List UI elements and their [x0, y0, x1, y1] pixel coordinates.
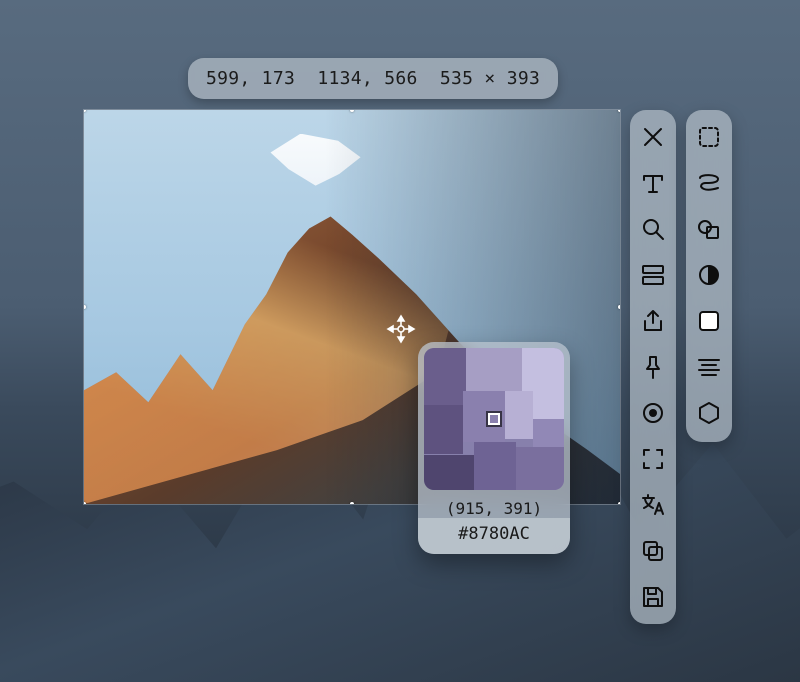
picker-hex-value: #8780AC [418, 518, 570, 554]
resize-handle-ne[interactable] [618, 110, 620, 112]
fill-color-button[interactable] [696, 308, 722, 334]
close-button[interactable] [640, 124, 666, 150]
actions-toolbar [630, 110, 676, 624]
hexagon-button[interactable] [696, 400, 722, 426]
split-view-button[interactable] [640, 262, 666, 288]
resize-handle-sw[interactable] [84, 502, 86, 504]
translate-button[interactable] [640, 492, 666, 518]
pin-button[interactable] [640, 354, 666, 380]
marquee-select-button[interactable] [696, 124, 722, 150]
copy-button[interactable] [640, 538, 666, 564]
resize-handle-e[interactable] [618, 305, 620, 309]
contrast-button[interactable] [696, 262, 722, 288]
resize-handle-s[interactable] [350, 502, 354, 504]
fullscreen-button[interactable] [640, 446, 666, 472]
resize-handle-se[interactable] [618, 502, 620, 504]
color-picker-popover: (915, 391) #8780AC [418, 342, 570, 554]
record-button[interactable] [640, 400, 666, 426]
pixel-zoom-preview [424, 348, 564, 490]
selection-coordinates-hud: 599, 173 1134, 566 535 × 393 [188, 58, 558, 99]
share-button[interactable] [640, 308, 666, 334]
align-center-button[interactable] [696, 354, 722, 380]
shapes-button[interactable] [696, 216, 722, 242]
zoom-button[interactable] [640, 216, 666, 242]
picker-coordinates: (915, 391) [418, 496, 570, 518]
text-tool-button[interactable] [640, 170, 666, 196]
save-button[interactable] [640, 584, 666, 610]
lasso-button[interactable] [696, 170, 722, 196]
annotation-toolbar [686, 110, 732, 442]
